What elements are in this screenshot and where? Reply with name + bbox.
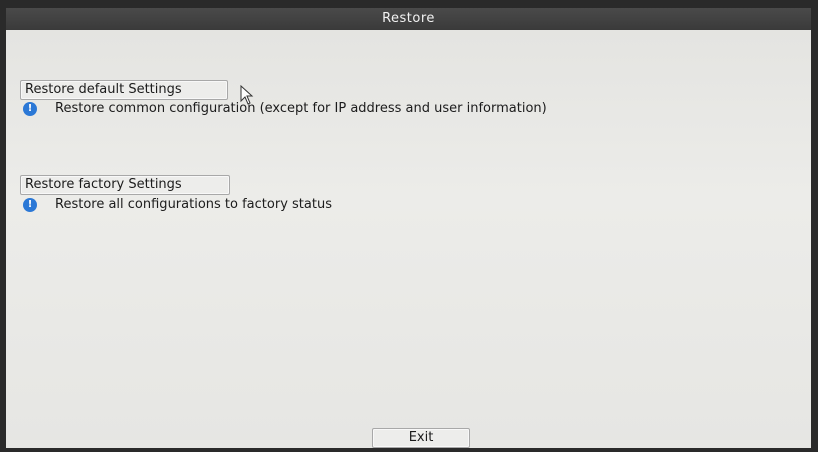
restore-factory-settings-button[interactable]: Restore factory Settings <box>20 175 230 195</box>
mouse-cursor-icon <box>240 85 254 105</box>
restore-default-description: Restore common configuration (except for… <box>55 101 547 116</box>
info-icon: ! <box>23 101 37 116</box>
restore-screen: Restore Restore default Settings ! Resto… <box>0 0 818 452</box>
restore-default-settings-button[interactable]: Restore default Settings <box>20 80 228 100</box>
window-title: Restore <box>6 8 811 30</box>
restore-default-info-row: ! Restore common configuration (except f… <box>23 101 547 116</box>
exit-button[interactable]: Exit <box>372 428 470 448</box>
restore-factory-info-row: ! Restore all configurations to factory … <box>23 197 332 212</box>
restore-panel: Restore default Settings ! Restore commo… <box>6 30 811 448</box>
restore-factory-description: Restore all configurations to factory st… <box>55 197 332 212</box>
info-icon: ! <box>23 197 37 212</box>
